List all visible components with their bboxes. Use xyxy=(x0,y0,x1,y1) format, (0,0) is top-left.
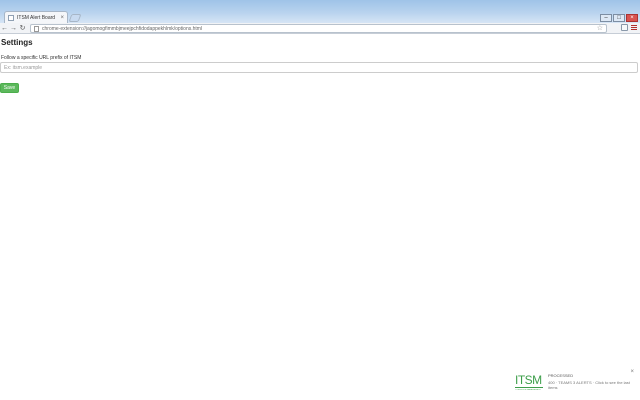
back-button[interactable]: ← xyxy=(0,23,9,34)
minimize-button[interactable]: – xyxy=(600,14,612,22)
save-button[interactable]: Save xyxy=(0,83,19,93)
browser-toolbar: ← → ↻ chrome-extension://jagomogfimmbjme… xyxy=(0,23,640,34)
window-controls: – □ × xyxy=(600,14,638,22)
page-favicon-icon xyxy=(8,14,14,21)
tab-title: ITSM Alert Board xyxy=(17,14,56,21)
notification-title: PROCESSED xyxy=(548,373,574,378)
menu-icon[interactable] xyxy=(631,24,637,31)
toolbar-icons xyxy=(621,24,637,31)
logo-text: ITSM xyxy=(515,373,542,387)
new-tab-button[interactable] xyxy=(68,14,82,22)
itsm-logo: ITSM IT SERVICE MANAGEMENT xyxy=(515,373,543,391)
page-title: Settings xyxy=(1,38,33,47)
url-prefix-input[interactable] xyxy=(0,62,638,73)
forward-button[interactable]: → xyxy=(9,23,18,34)
address-bar[interactable]: chrome-extension://jagomogfimmbjmeejpchf… xyxy=(30,24,607,33)
bookmark-star-icon[interactable]: ☆ xyxy=(597,25,603,32)
address-url: chrome-extension://jagomogfimmbjmeejpchf… xyxy=(42,25,203,32)
notification-message: 400 · TEAMS 3 ALERTS · Click to see the … xyxy=(548,380,630,390)
logo-tagline: IT SERVICE MANAGEMENT xyxy=(515,388,541,391)
itsm-notification[interactable]: × ITSM IT SERVICE MANAGEMENT PROCESSED 4… xyxy=(514,368,636,396)
page-icon xyxy=(34,25,39,32)
close-icon[interactable]: × xyxy=(630,369,634,375)
reload-button[interactable]: ↻ xyxy=(18,23,27,34)
browser-titlebar: ITSM Alert Board × – □ × xyxy=(0,0,640,23)
tab-close-icon[interactable]: × xyxy=(60,15,64,21)
url-prefix-label: Follow a specific URL prefix of ITSM xyxy=(1,55,82,61)
extension-icon[interactable] xyxy=(621,24,628,31)
maximize-button[interactable]: □ xyxy=(613,14,625,22)
close-window-button[interactable]: × xyxy=(626,14,638,22)
browser-tab[interactable]: ITSM Alert Board × xyxy=(4,11,68,23)
